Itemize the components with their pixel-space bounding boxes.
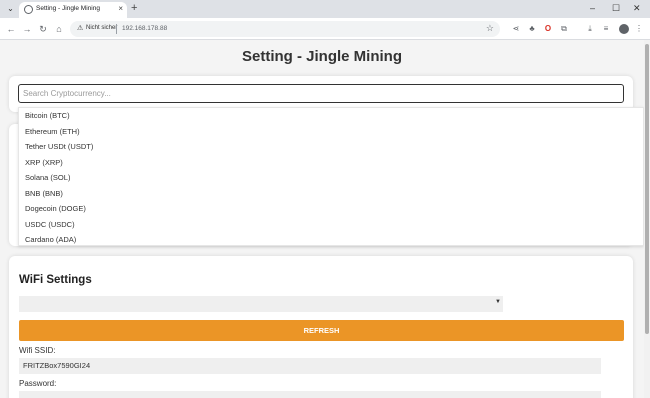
wifi-settings-card: WiFi Settings ▼ REFRESH Wifi SSID: FRITZ…	[9, 256, 633, 398]
url-text[interactable]: 192.168.178.88	[122, 25, 167, 32]
search-input[interactable]	[18, 84, 624, 103]
crypto-option-xrp[interactable]: XRP (XRP)	[25, 158, 63, 167]
scrollbar-thumb[interactable]	[645, 44, 649, 334]
password-label: Password:	[19, 379, 57, 388]
new-tab-button[interactable]: +	[131, 2, 137, 14]
maximize-button[interactable]: ☐	[612, 2, 620, 14]
back-icon[interactable]: ←	[4, 22, 18, 36]
chevron-down-icon: ▼	[495, 299, 501, 305]
wifi-network-select[interactable]: ▼	[19, 296, 503, 312]
profile-icon[interactable]	[619, 24, 629, 34]
security-label[interactable]: Nicht sicher	[86, 25, 117, 31]
ssid-field[interactable]: FRITZBox7590GI24	[19, 358, 601, 374]
forward-icon[interactable]: →	[20, 22, 34, 36]
crypto-option-sol[interactable]: Solana (SOL)	[25, 173, 70, 182]
refresh-button[interactable]: REFRESH	[19, 320, 624, 341]
extension-puzzle-icon[interactable]: ♣	[526, 22, 538, 36]
tab-search-button[interactable]: ⌄	[4, 3, 17, 15]
ssid-label: Wifi SSID:	[19, 346, 56, 355]
password-field[interactable]	[19, 391, 601, 398]
crypto-dropdown: Bitcoin (BTC) Ethereum (ETH) Tether USDt…	[18, 107, 644, 246]
crypto-option-eth[interactable]: Ethereum (ETH)	[25, 127, 80, 136]
crypto-option-ada[interactable]: Cardano (ADA)	[25, 235, 76, 244]
opera-extension-icon[interactable]: O	[542, 22, 554, 36]
menu-icon[interactable]: ⋮	[633, 22, 645, 36]
reading-list-icon[interactable]: ≡	[600, 22, 612, 36]
crypto-option-doge[interactable]: Dogecoin (DOGE)	[25, 204, 86, 213]
crypto-option-btc[interactable]: Bitcoin (BTC)	[25, 111, 70, 120]
page-scrollbar[interactable]	[644, 40, 650, 398]
page-viewport: Setting - Jingle Mining Bitcoin (BTC) Et…	[0, 40, 644, 398]
close-window-button[interactable]: ✕	[633, 2, 641, 14]
tab-close-icon[interactable]: ×	[118, 4, 123, 14]
crypto-option-usdc[interactable]: USDC (USDC)	[25, 220, 75, 229]
home-icon[interactable]: ⌂	[52, 22, 66, 36]
tab-title: Setting - Jingle Mining	[36, 5, 100, 12]
crypto-option-usdt[interactable]: Tether USDt (USDT)	[25, 142, 93, 151]
omnibox-divider	[116, 24, 117, 34]
browser-tab[interactable]: Setting - Jingle Mining ×	[19, 2, 127, 18]
globe-icon	[24, 5, 33, 14]
browser-toolbar: ← → ↻ ⌂ ⚠ Nicht sicher 192.168.178.88 ☆ …	[0, 18, 650, 40]
crypto-option-bnb[interactable]: BNB (BNB)	[25, 189, 63, 198]
warning-icon[interactable]: ⚠	[77, 24, 83, 32]
download-icon[interactable]: ⤓	[584, 22, 596, 36]
wifi-heading: WiFi Settings	[19, 274, 92, 286]
minimize-button[interactable]: –	[590, 2, 595, 14]
star-icon[interactable]: ☆	[486, 23, 494, 34]
share-icon[interactable]: ⋖	[510, 22, 522, 36]
tab-strip: ⌄ Setting - Jingle Mining × + – ☐ ✕	[0, 0, 650, 18]
page-title: Setting - Jingle Mining	[242, 48, 402, 65]
address-bar[interactable]: ⚠ Nicht sicher 192.168.178.88 ☆	[70, 21, 500, 37]
reload-icon[interactable]: ↻	[36, 22, 50, 36]
extension-icon[interactable]: ⧉	[558, 22, 570, 36]
